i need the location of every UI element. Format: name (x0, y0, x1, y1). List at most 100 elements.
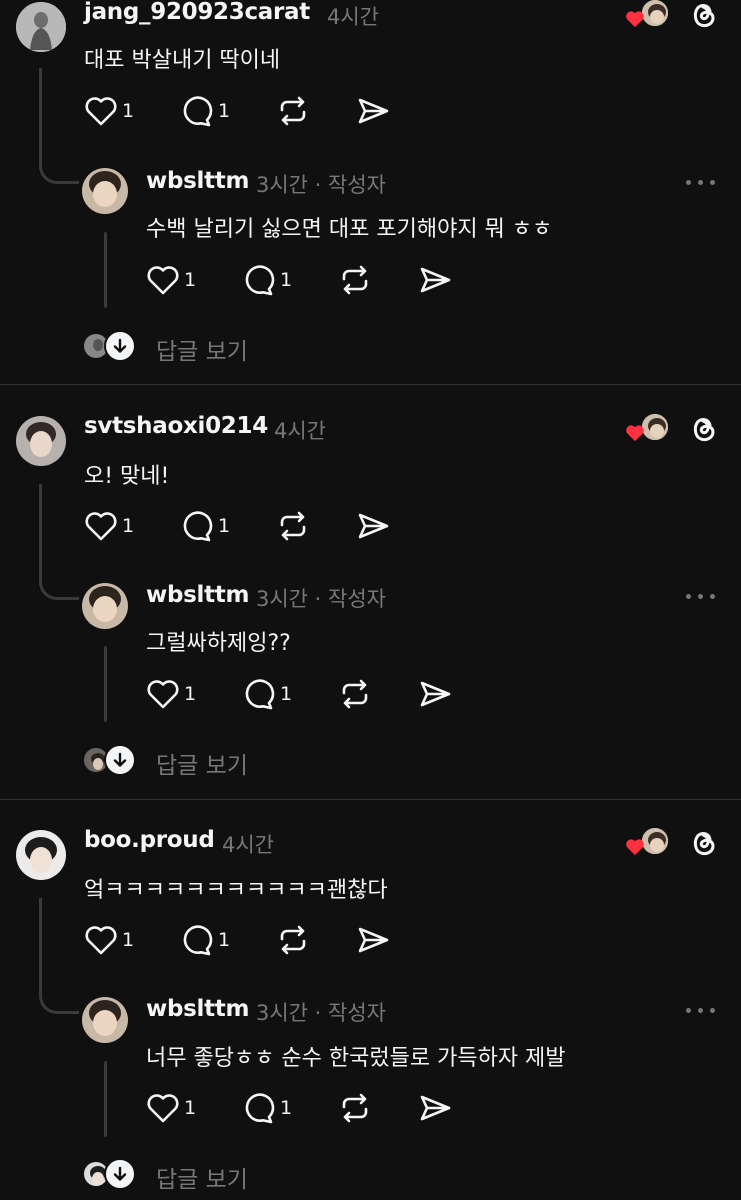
reply-avatar[interactable] (82, 997, 128, 1043)
repost-icon (280, 511, 306, 541)
like-count: 1 (122, 515, 135, 537)
repost-icon (342, 1093, 368, 1123)
avatar[interactable] (16, 830, 66, 880)
reply-avatar[interactable] (82, 168, 128, 214)
heart-outline-icon (147, 266, 179, 295)
share-button[interactable] (418, 677, 452, 711)
like-button[interactable]: 1 (146, 677, 196, 711)
reply-connector (39, 484, 79, 600)
repost-button[interactable] (276, 94, 310, 128)
threads-logo-icon[interactable] (688, 412, 720, 446)
send-icon (358, 513, 389, 539)
thread-2: svtshaoxi0214 4시간 오! 맞네! 1 1 wbslttm 3시간… (0, 400, 741, 800)
red-heart-icon (626, 11, 644, 28)
post-time: 4시간 (327, 5, 380, 29)
threads-logo-icon[interactable] (688, 826, 720, 860)
speech-bubble-icon (183, 511, 213, 542)
arrow-down-icon (104, 744, 136, 776)
avatar[interactable] (16, 2, 66, 52)
repost-icon (342, 265, 368, 295)
reply-meta: 3시간 · 작성자 (256, 1001, 386, 1025)
repost-icon (280, 925, 306, 955)
more-options-button[interactable] (686, 1000, 720, 1020)
share-button[interactable] (356, 94, 390, 128)
reply-action-bar: 1 1 (146, 263, 466, 297)
more-options-button[interactable] (686, 172, 720, 192)
username[interactable]: jang_920923carat (84, 0, 310, 25)
view-replies-label: 답글 보기 (156, 339, 248, 365)
like-count: 1 (184, 683, 197, 705)
author-liked-indicator (625, 0, 670, 32)
arrow-down-icon (104, 330, 136, 362)
view-replies-label: 답글 보기 (156, 753, 248, 779)
reply-connector (39, 898, 79, 1014)
reply-username[interactable]: wbslttm (146, 168, 249, 194)
repost-button[interactable] (338, 677, 372, 711)
threads-logo-icon[interactable] (688, 0, 720, 32)
view-replies-button[interactable]: 답글 보기 (82, 744, 282, 779)
more-options-button[interactable] (686, 586, 720, 606)
thread-1: jang_920923carat 4시간 대포 박살내기 딱이네 1 1 wbs… (0, 0, 741, 384)
reply-avatar[interactable] (82, 583, 128, 629)
like-count: 1 (184, 1097, 197, 1119)
send-icon (358, 98, 389, 124)
avatar[interactable] (16, 416, 66, 466)
action-bar: 1 1 (84, 509, 404, 543)
speech-bubble-icon (245, 265, 275, 296)
send-icon (420, 267, 451, 293)
action-bar: 1 1 (84, 94, 404, 128)
reply-text: 수백 날리기 싫으면 대포 포기해야지 뭐 ㅎㅎ (146, 217, 553, 242)
reply-username[interactable]: wbslttm (146, 996, 249, 1022)
like-count: 1 (122, 100, 135, 122)
like-button[interactable]: 1 (84, 509, 134, 543)
share-button[interactable] (418, 263, 452, 297)
reply-count: 1 (218, 515, 231, 537)
red-heart-icon (626, 425, 644, 442)
comment-button[interactable]: 1 (180, 509, 230, 543)
comment-button[interactable]: 1 (242, 1091, 292, 1125)
repost-button[interactable] (276, 509, 310, 543)
view-replies-button[interactable]: 답글 보기 (82, 330, 282, 365)
post-time: 4시간 (274, 419, 327, 443)
comment-button[interactable]: 1 (180, 94, 230, 128)
like-button[interactable]: 1 (146, 263, 196, 297)
comment-button[interactable]: 1 (242, 263, 292, 297)
username[interactable]: svtshaoxi0214 (84, 413, 268, 439)
share-button[interactable] (356, 509, 390, 543)
view-replies-button[interactable]: 답글 보기 (82, 1158, 282, 1193)
author-liked-indicator (625, 826, 670, 860)
action-bar: 1 1 (84, 923, 404, 957)
speech-bubble-icon (183, 925, 213, 956)
red-heart-icon (626, 839, 644, 856)
reply-count: 1 (218, 929, 231, 951)
repost-button[interactable] (338, 1091, 372, 1125)
repost-button[interactable] (338, 263, 372, 297)
comment-text: 엌ㅋㅋㅋㅋㅋㅋㅋㅋㅋㅋㅋ괜찮다 (84, 878, 388, 903)
comment-text: 대포 박살내기 딱이네 (84, 48, 281, 73)
comment-button[interactable]: 1 (242, 677, 292, 711)
reply-text: 그럴싸하제잉?? (146, 631, 291, 656)
send-icon (358, 927, 389, 953)
reply-username[interactable]: wbslttm (146, 582, 249, 608)
speech-bubble-icon (245, 1093, 275, 1124)
thread-divider (0, 799, 741, 800)
reply-action-bar: 1 1 (146, 677, 466, 711)
comment-button[interactable]: 1 (180, 923, 230, 957)
reply-count: 1 (280, 269, 293, 291)
repost-icon (342, 679, 368, 709)
username[interactable]: boo.proud (84, 827, 215, 853)
like-button[interactable]: 1 (84, 923, 134, 957)
reply-meta: 3시간 · 작성자 (256, 173, 386, 197)
share-button[interactable] (418, 1091, 452, 1125)
repost-button[interactable] (276, 923, 310, 957)
heart-outline-icon (147, 680, 179, 709)
speech-bubble-icon (183, 96, 213, 127)
share-button[interactable] (356, 923, 390, 957)
like-button[interactable]: 1 (84, 94, 134, 128)
reply-action-bar: 1 1 (146, 1091, 466, 1125)
arrow-down-icon (104, 1158, 136, 1190)
reply-count: 1 (280, 1097, 293, 1119)
like-button[interactable]: 1 (146, 1091, 196, 1125)
heart-outline-icon (147, 1094, 179, 1123)
post-time: 4시간 (222, 833, 275, 857)
